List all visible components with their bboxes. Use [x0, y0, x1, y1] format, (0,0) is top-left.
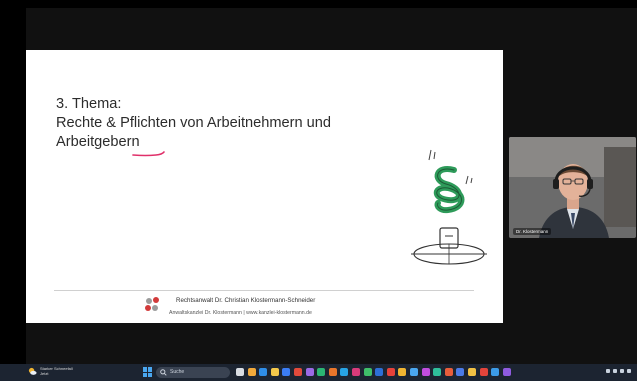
- app-icon-8[interactable]: [317, 368, 326, 376]
- explorer-icon[interactable]: [270, 368, 279, 376]
- presentation-slide: 3. Thema: Rechte & Pflichten von Arbeitn…: [26, 50, 503, 323]
- highlight-underline: [132, 151, 165, 157]
- participant-video-feed: [509, 137, 636, 238]
- app-icon-18[interactable]: [433, 368, 442, 376]
- app-icon-20[interactable]: [456, 368, 465, 376]
- app-icon-19[interactable]: [444, 368, 453, 376]
- search-placeholder: Suche: [170, 369, 185, 375]
- app-icon-22[interactable]: [479, 368, 488, 376]
- weather-icon: [28, 367, 37, 375]
- motion-lines-icon: [465, 175, 473, 185]
- law-firm-logo-icon: [145, 297, 159, 311]
- slide-title-line-3: Arbeitgebern: [56, 134, 140, 150]
- windows-taskbar: Starker Schneefall Jetzt Suche: [0, 364, 637, 381]
- motion-lines-icon: [428, 149, 436, 161]
- app-icon-10[interactable]: [340, 368, 349, 376]
- search-icon: [160, 369, 167, 376]
- app-icon-17[interactable]: [421, 368, 430, 376]
- volume-icon[interactable]: [620, 369, 624, 373]
- app-icon-7[interactable]: [305, 368, 314, 376]
- paragraph-sign-icon: [433, 166, 465, 214]
- task-view-icon[interactable]: [236, 368, 244, 376]
- chevron-up-icon[interactable]: [606, 369, 610, 373]
- weather-widget[interactable]: Starker Schneefall Jetzt: [28, 366, 73, 376]
- app-icon-14[interactable]: [386, 368, 395, 376]
- paragraph-symbol-illustration: [411, 149, 487, 265]
- slide-title-line-2: Rechte & Pflichten von Arbeitnehmern und: [56, 115, 332, 131]
- app-icon-6[interactable]: [294, 368, 302, 376]
- edge-icon[interactable]: [259, 368, 268, 376]
- app-icon-16[interactable]: [410, 368, 418, 376]
- slide-title-line-1: 3. Thema:: [56, 96, 122, 112]
- footer-lawyer-name: Rechtsanwalt Dr. Christian Klostermann-S…: [176, 297, 316, 304]
- pen-icon[interactable]: [247, 368, 256, 376]
- network-icon[interactable]: [613, 369, 617, 373]
- app-icon-23[interactable]: [491, 368, 500, 376]
- app-icon-13[interactable]: [375, 368, 384, 376]
- footer-divider: [54, 290, 474, 291]
- app-icon-11[interactable]: [352, 368, 360, 376]
- stage-ellipse-icon: [411, 243, 487, 265]
- weather-time: Jetzt: [40, 371, 49, 376]
- participant-video-tile[interactable]: Dr. Klostermann: [509, 137, 636, 238]
- start-button[interactable]: [143, 367, 153, 377]
- screen: 3. Thema: Rechte & Pflichten von Arbeitn…: [0, 0, 637, 381]
- participant-name-label: Dr. Klostermann: [513, 228, 552, 235]
- app-icon-15[interactable]: [398, 368, 407, 376]
- app-icon-24[interactable]: [502, 368, 511, 376]
- notification-icon[interactable]: [627, 369, 631, 373]
- taskbar-search-box[interactable]: Suche: [156, 367, 230, 378]
- footer-firm-contact: Anwaltskanzlei Dr. Klostermann | www.kan…: [169, 310, 312, 316]
- zoom-icon[interactable]: [282, 368, 291, 376]
- app-icon-21[interactable]: [468, 368, 476, 376]
- system-tray[interactable]: [606, 369, 631, 373]
- app-icon-12[interactable]: [363, 368, 372, 376]
- app-icon-9[interactable]: [328, 368, 337, 376]
